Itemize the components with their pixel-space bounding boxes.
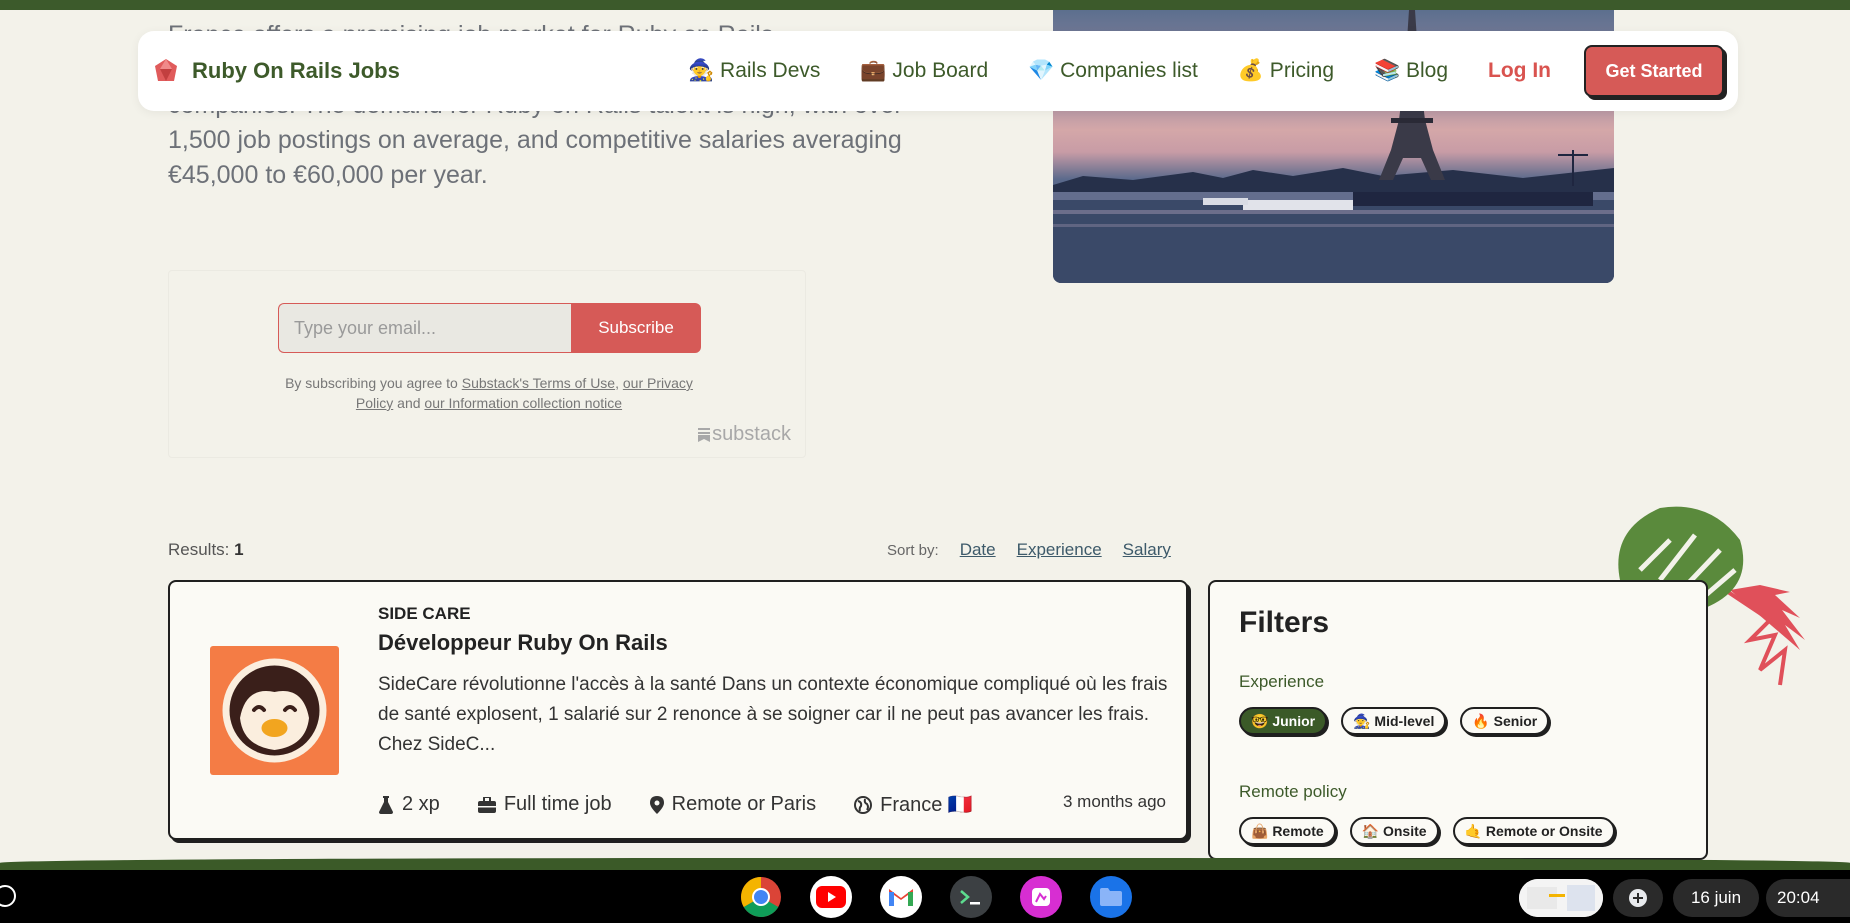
filter-junior[interactable]: 🤓 Junior bbox=[1239, 707, 1328, 735]
filter-onsite[interactable]: 🏠 Onsite bbox=[1349, 817, 1439, 845]
youtube-icon[interactable] bbox=[810, 876, 852, 918]
subscribe-legal-text: By subscribing you agree to Substack's T… bbox=[269, 373, 709, 413]
nav-rails-devs[interactable]: 🧙 Rails Devs bbox=[688, 59, 820, 83]
brand-name: Ruby On Rails Jobs bbox=[192, 58, 400, 83]
canvas-icon[interactable] bbox=[1020, 876, 1062, 918]
legal-and: and bbox=[393, 395, 425, 411]
holding-space-thumbnail[interactable] bbox=[1519, 879, 1603, 917]
legal-sep: , bbox=[615, 375, 623, 391]
experience-chips: 🤓 Junior 🧙 Mid-level 🔥 Senior bbox=[1239, 707, 1563, 735]
experience-filter-label: Experience bbox=[1239, 672, 1325, 691]
nav-blog[interactable]: 📚 Blog bbox=[1374, 59, 1448, 83]
filter-remote[interactable]: 👜 Remote bbox=[1239, 817, 1336, 845]
brand-home-link[interactable]: Ruby On Rails Jobs bbox=[152, 57, 400, 85]
sort-by-salary[interactable]: Salary bbox=[1123, 540, 1171, 560]
filter-mid-level[interactable]: 🧙 Mid-level bbox=[1341, 707, 1447, 735]
nav-links: 🧙 Rails Devs 💼 Job Board 💎 Companies lis… bbox=[648, 45, 1724, 97]
globe-icon bbox=[854, 795, 873, 814]
job-country: France 🇫🇷 bbox=[854, 792, 973, 817]
subscribe-form: Type your email... Subscribe bbox=[278, 303, 701, 353]
gmail-icon[interactable] bbox=[880, 876, 922, 918]
penguin-icon bbox=[222, 658, 327, 763]
top-navbar: Ruby On Rails Jobs 🧙 Rails Devs 💼 Job Bo… bbox=[138, 31, 1738, 111]
info-collection-link[interactable]: our Information collection notice bbox=[424, 395, 622, 411]
remote-chips: 👜 Remote 🏠 Onsite 🤙 Remote or Onsite bbox=[1239, 817, 1629, 845]
remote-policy-label: Remote policy bbox=[1239, 782, 1347, 801]
job-type-text: Full time job bbox=[503, 793, 612, 815]
flask-icon bbox=[379, 795, 393, 814]
job-card[interactable]: SIDE CARE Développeur Ruby On Rails Side… bbox=[168, 580, 1188, 840]
sort-by-experience[interactable]: Experience bbox=[1017, 540, 1102, 560]
terms-link[interactable]: Substack's Terms of Use bbox=[462, 375, 615, 391]
results-count: Results: 1 bbox=[168, 540, 244, 560]
sort-by-date[interactable]: Date bbox=[960, 540, 996, 560]
substack-subscribe-widget: Type your email... Subscribe By subscrib… bbox=[168, 270, 806, 458]
company-name: SIDE CARE bbox=[378, 604, 471, 623]
terminal-icon[interactable] bbox=[950, 876, 992, 918]
sort-label: Sort by: bbox=[887, 542, 939, 559]
company-logo bbox=[210, 646, 339, 775]
nav-pricing[interactable]: 💰 Pricing bbox=[1238, 59, 1334, 83]
pinned-apps bbox=[740, 876, 1160, 918]
chrome-icon[interactable] bbox=[740, 876, 782, 918]
job-country-text: France 🇫🇷 bbox=[880, 794, 973, 816]
job-type: Full time job bbox=[477, 793, 612, 816]
files-icon[interactable] bbox=[1090, 876, 1132, 918]
job-xp: 2 xp bbox=[378, 793, 440, 816]
launcher-icon[interactable] bbox=[0, 885, 16, 907]
filters-title: Filters bbox=[1239, 606, 1330, 639]
login-link[interactable]: Log In bbox=[1488, 59, 1551, 83]
legal-prefix: By subscribing you agree to bbox=[285, 375, 462, 391]
location-pin-icon bbox=[649, 795, 664, 814]
job-description: SideCare révolutionne l'accès à la santé… bbox=[378, 674, 1168, 755]
filters-panel: Filters Experience 🤓 Junior 🧙 Mid-level … bbox=[1208, 580, 1708, 860]
job-meta: 2 xp Full time job Remote or Paris Franc… bbox=[378, 792, 1011, 817]
get-started-button[interactable]: Get Started bbox=[1584, 45, 1724, 97]
job-location-text: Remote or Paris bbox=[671, 793, 817, 815]
briefcase-icon bbox=[477, 796, 496, 813]
nav-job-board[interactable]: 💼 Job Board bbox=[860, 59, 988, 83]
footer-band bbox=[0, 858, 1850, 870]
os-taskbar: 16 juin 20:04 bbox=[0, 870, 1850, 923]
nav-companies-list[interactable]: 💎 Companies list bbox=[1028, 59, 1198, 83]
ruby-gem-icon bbox=[155, 59, 177, 81]
job-posted-age: 3 months ago bbox=[1062, 792, 1166, 811]
filter-remote-or-onsite[interactable]: 🤙 Remote or Onsite bbox=[1452, 817, 1615, 845]
sort-controls: Sort by: Date Experience Salary bbox=[887, 540, 1181, 560]
filter-senior[interactable]: 🔥 Senior bbox=[1460, 707, 1550, 735]
job-xp-text: 2 xp bbox=[402, 793, 440, 815]
results-label: Results: bbox=[168, 540, 230, 559]
results-number: 1 bbox=[234, 540, 244, 559]
substack-wordmark: substack bbox=[712, 423, 791, 445]
email-input[interactable]: Type your email... bbox=[278, 303, 571, 353]
substack-logo[interactable]: substack bbox=[698, 423, 791, 446]
job-location: Remote or Paris bbox=[649, 793, 817, 816]
subscribe-button[interactable]: Subscribe bbox=[571, 303, 701, 353]
tray-date[interactable]: 16 juin bbox=[1673, 879, 1759, 917]
tray-clock[interactable]: 20:04 bbox=[1766, 879, 1850, 917]
job-title[interactable]: Développeur Ruby On Rails bbox=[378, 630, 668, 656]
top-accent-strip bbox=[0, 0, 1850, 10]
substack-bookmark-icon bbox=[698, 427, 711, 442]
add-icon[interactable] bbox=[1613, 879, 1663, 917]
